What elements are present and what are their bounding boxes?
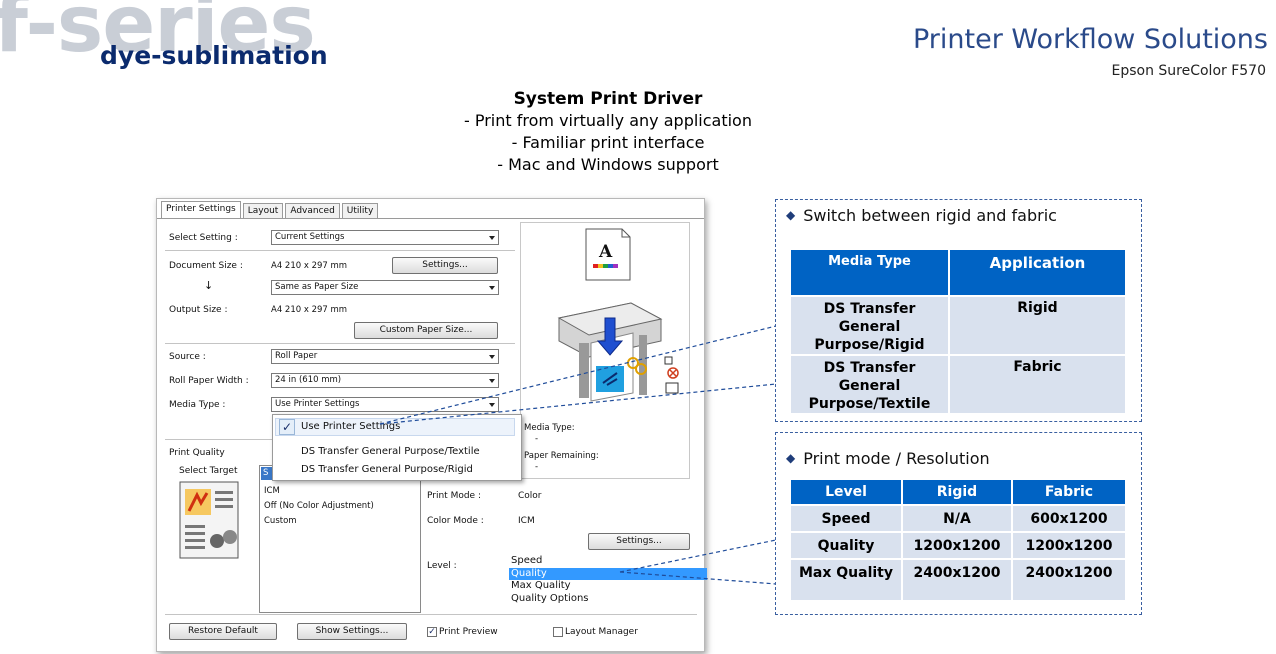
table-cell: 1200x1200 [903, 533, 1011, 558]
print-mode-panel: ◆ Print mode / Resolution Level Rigid Fab… [775, 432, 1142, 615]
table-header: Application [950, 250, 1125, 295]
table-cell: N/A [903, 506, 1011, 531]
connector-line [379, 325, 777, 425]
table-cell: Quality [791, 533, 901, 558]
panel-heading: ◆ Switch between rigid and fabric [786, 206, 1057, 225]
table-cell: Speed [791, 506, 901, 531]
table-cell: Max Quality [791, 560, 901, 600]
resolution-table: Level Rigid Fabric Speed N/A 600x1200 Qu… [789, 478, 1127, 602]
diamond-bullet-icon: ◆ [786, 208, 796, 222]
table-header: Rigid [903, 480, 1011, 504]
table-cell: 2400x1200 [1013, 560, 1125, 600]
diamond-bullet-icon: ◆ [786, 451, 796, 465]
media-type-table: Media Type Application DS Transfer Gener… [789, 248, 1127, 415]
table-cell: DS Transfer General Purpose/Textile [791, 356, 948, 413]
table-cell: 600x1200 [1013, 506, 1125, 531]
connector-line [379, 383, 777, 425]
table-cell: DS Transfer General Purpose/Rigid [791, 297, 948, 354]
connector-line [619, 539, 777, 573]
panel-heading: ◆ Print mode / Resolution [786, 449, 990, 468]
connector-line [619, 571, 777, 585]
table-cell: 2400x1200 [903, 560, 1011, 600]
panel-heading-text: Print mode / Resolution [803, 449, 990, 468]
table-cell: 1200x1200 [1013, 533, 1125, 558]
media-switch-panel: ◆ Switch between rigid and fabric Media T… [775, 199, 1142, 422]
table-cell: Rigid [950, 297, 1125, 354]
table-header: Media Type [791, 250, 948, 295]
table-header: Level [791, 480, 901, 504]
table-header: Fabric [1013, 480, 1125, 504]
table-cell: Fabric [950, 356, 1125, 413]
panel-heading-text: Switch between rigid and fabric [803, 206, 1057, 225]
